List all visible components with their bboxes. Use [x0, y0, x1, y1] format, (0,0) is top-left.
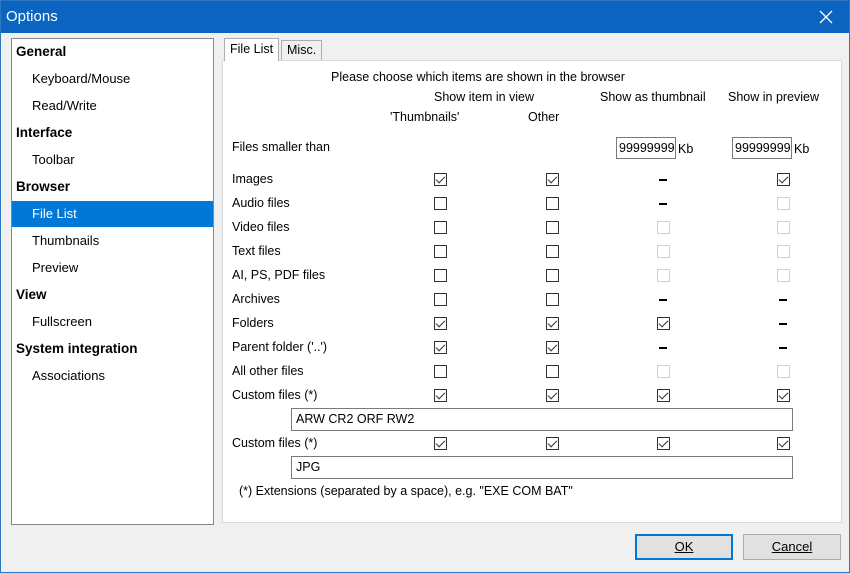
- row-label: Audio files: [232, 196, 290, 210]
- cancel-button-label: Cancel: [771, 539, 813, 554]
- checkbox-show-as-thumbnail: [657, 365, 670, 378]
- tree-item-preview[interactable]: Preview: [12, 255, 213, 281]
- preview-kb-unit: Kb: [794, 142, 810, 156]
- close-button[interactable]: [803, 1, 849, 33]
- custom-extensions-input[interactable]: JPG: [291, 456, 793, 479]
- checkbox-show-in-preview: [777, 269, 790, 282]
- checkbox-show-as-thumbnail[interactable]: [657, 317, 670, 330]
- row-label: AI, PS, PDF files: [232, 268, 326, 282]
- checkbox-other-view[interactable]: [546, 341, 559, 354]
- thumbnail-kb-unit: Kb: [678, 142, 694, 156]
- tree-item-toolbar[interactable]: Toolbar: [12, 147, 213, 173]
- tab-file-list[interactable]: File List: [224, 38, 280, 61]
- preview-size-limit-input[interactable]: 99999999: [732, 137, 792, 159]
- checkbox-thumbnails-view[interactable]: [434, 221, 447, 234]
- ok-button-label: OK: [674, 539, 694, 554]
- title-bar: Options: [1, 1, 849, 33]
- cancel-button[interactable]: Cancel: [743, 534, 841, 560]
- indeterminate-dash-show-in-preview: [779, 347, 787, 349]
- checkbox-other-view[interactable]: [546, 245, 559, 258]
- checkbox-show-in-preview: [777, 245, 790, 258]
- files-smaller-label: Files smaller than: [232, 140, 330, 154]
- file-list-panel: Please choose which items are shown in t…: [222, 60, 842, 523]
- checkbox-show-as-thumbnail: [657, 245, 670, 258]
- checkbox-thumbnails-view[interactable]: [434, 389, 447, 402]
- row-label: Archives: [232, 292, 280, 306]
- panel-heading: Please choose which items are shown in t…: [331, 70, 625, 84]
- indeterminate-dash-show-as-thumbnail: [659, 203, 667, 205]
- col-header-show-as-thumbnail: Show as thumbnail: [600, 90, 706, 104]
- window-title: Options: [6, 8, 58, 25]
- tree-item-keyboard-mouse[interactable]: Keyboard/Mouse: [12, 66, 213, 92]
- checkbox-thumbnails-view[interactable]: [434, 245, 447, 258]
- checkbox-thumbnails-view[interactable]: [434, 173, 447, 186]
- row-label: Parent folder ('..'): [232, 340, 328, 354]
- checkbox-show-in-preview: [777, 221, 790, 234]
- tree-item-browser[interactable]: Browser: [12, 174, 213, 200]
- tree-item-thumbnails[interactable]: Thumbnails: [12, 228, 213, 254]
- checkbox-show-as-thumbnail[interactable]: [657, 389, 670, 402]
- row-label: Images: [232, 172, 273, 186]
- checkbox-show-in-preview[interactable]: [777, 173, 790, 186]
- checkbox-show-in-preview[interactable]: [777, 437, 790, 450]
- tree-item-interface[interactable]: Interface: [12, 120, 213, 146]
- checkbox-other-view[interactable]: [546, 365, 559, 378]
- col-header-other: Other: [528, 110, 560, 124]
- indeterminate-dash-show-in-preview: [779, 323, 787, 325]
- tree-item-read-write[interactable]: Read/Write: [12, 93, 213, 119]
- checkbox-other-view[interactable]: [546, 293, 559, 306]
- checkbox-thumbnails-view[interactable]: [434, 197, 447, 210]
- checkbox-thumbnails-view[interactable]: [434, 269, 447, 282]
- col-header-show-in-preview: Show in preview: [728, 90, 820, 104]
- checkbox-thumbnails-view[interactable]: [434, 341, 447, 354]
- tree-item-associations[interactable]: Associations: [12, 363, 213, 389]
- extensions-footnote: (*) Extensions (separated by a space), e…: [239, 484, 573, 498]
- row-label: Custom files (*): [232, 388, 318, 402]
- tree-item-view[interactable]: View: [12, 282, 213, 308]
- tree-item-file-list[interactable]: File List: [12, 201, 213, 227]
- indeterminate-dash-show-as-thumbnail: [659, 347, 667, 349]
- checkbox-thumbnails-view[interactable]: [434, 437, 447, 450]
- tree-item-system-integration[interactable]: System integration: [12, 336, 213, 362]
- category-tree[interactable]: General Keyboard/Mouse Read/Write Interface…: [11, 38, 214, 525]
- indeterminate-dash-show-in-preview: [779, 299, 787, 301]
- col-header-thumbnails: 'Thumbnails': [390, 110, 460, 124]
- checkbox-other-view[interactable]: [546, 437, 559, 450]
- tab-misc[interactable]: Misc.: [281, 40, 323, 60]
- custom-extensions-input[interactable]: ARW CR2 ORF RW2: [291, 408, 793, 431]
- checkbox-thumbnails-view[interactable]: [434, 317, 447, 330]
- close-icon: [819, 10, 833, 24]
- row-label: Video files: [232, 220, 290, 234]
- ok-button[interactable]: OK: [635, 534, 733, 560]
- checkbox-thumbnails-view[interactable]: [434, 365, 447, 378]
- checkbox-show-in-preview: [777, 365, 790, 378]
- tree-item-fullscreen[interactable]: Fullscreen: [12, 309, 213, 335]
- indeterminate-dash-show-as-thumbnail: [659, 299, 667, 301]
- checkbox-other-view[interactable]: [546, 317, 559, 330]
- indeterminate-dash-show-as-thumbnail: [659, 179, 667, 181]
- row-label: Folders: [232, 316, 274, 330]
- checkbox-show-in-preview: [777, 197, 790, 210]
- row-label: All other files: [232, 364, 304, 378]
- checkbox-show-as-thumbnail: [657, 269, 670, 282]
- checkbox-other-view[interactable]: [546, 221, 559, 234]
- checkbox-show-in-preview[interactable]: [777, 389, 790, 402]
- checkbox-other-view[interactable]: [546, 269, 559, 282]
- options-dialog: Options General Keyboard/Mouse Read/Write I…: [0, 0, 850, 573]
- row-label: Text files: [232, 244, 281, 258]
- row-label: Custom files (*): [232, 436, 318, 450]
- checkbox-other-view[interactable]: [546, 173, 559, 186]
- checkbox-other-view[interactable]: [546, 389, 559, 402]
- checkbox-show-as-thumbnail[interactable]: [657, 437, 670, 450]
- col-header-show-in-view: Show item in view: [434, 90, 535, 104]
- thumbnail-size-limit-input[interactable]: 99999999: [616, 137, 676, 159]
- checkbox-show-as-thumbnail: [657, 221, 670, 234]
- checkbox-thumbnails-view[interactable]: [434, 293, 447, 306]
- checkbox-other-view[interactable]: [546, 197, 559, 210]
- tree-item-general[interactable]: General: [12, 39, 213, 65]
